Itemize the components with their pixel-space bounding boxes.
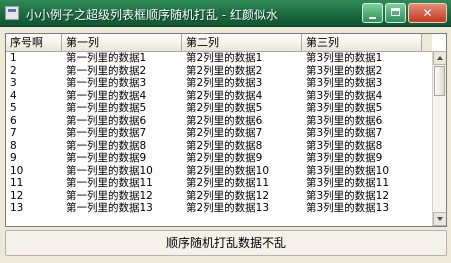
column-header-col1[interactable]: 第一列 (62, 34, 182, 51)
scroll-up-icon[interactable] (433, 51, 446, 65)
title-bar[interactable]: 小小例子之超级列表框顺序随机打乱 - 红颜似水 ✕ (0, 0, 451, 27)
cell-index: 6 (10, 114, 17, 127)
list-rows: 1 第一列里的数据1 第2列里的数据1 第3列里的数据1 2 第一列里的数据2 第2列里的数… (6, 52, 432, 215)
list-row[interactable]: 8 第一列里的数据8 第2列里的数据8 第3列里的数据8 (6, 140, 432, 153)
cell-col3: 第3列里的数据7 (306, 127, 383, 139)
cell-index: 7 (10, 127, 17, 139)
cell-col3: 第3列里的数据2 (306, 64, 383, 77)
cell-col3: 第3列里的数据8 (306, 139, 383, 152)
cell-col2: 第2列里的数据8 (186, 139, 263, 152)
cell-index: 13 (10, 202, 24, 214)
cell-index: 5 (10, 102, 17, 114)
cell-col3: 第3列里的数据4 (306, 89, 383, 102)
cell-col1: 第一列里的数据4 (66, 89, 147, 102)
list-row[interactable]: 3 第一列里的数据3 第2列里的数据3 第3列里的数据3 (6, 77, 432, 90)
cell-col1: 第一列里的数据12 (66, 189, 153, 202)
cell-col3: 第3列里的数据9 (306, 152, 383, 164)
cell-col1: 第一列里的数据13 (66, 202, 153, 214)
list-row[interactable]: 9 第一列里的数据9 第2列里的数据9 第3列里的数据9 (6, 152, 432, 165)
cell-index: 10 (10, 164, 24, 177)
cell-col3: 第3列里的数据13 (306, 202, 390, 214)
cell-col3: 第3列里的数据6 (306, 114, 383, 127)
list-row[interactable]: 2 第一列里的数据2 第2列里的数据2 第3列里的数据2 (6, 65, 432, 78)
cell-col2: 第2列里的数据12 (186, 189, 270, 202)
cell-col2: 第2列里的数据1 (186, 52, 263, 64)
cell-col3: 第3列里的数据1 (306, 52, 383, 64)
cell-index: 9 (10, 152, 17, 164)
column-header-index[interactable]: 序号啊 (6, 34, 62, 51)
cell-col3: 第3列里的数据12 (306, 189, 390, 202)
list-row[interactable]: 13 第一列里的数据13 第2列里的数据13 第3列里的数据13 (6, 202, 432, 215)
cell-col1: 第一列里的数据8 (66, 139, 147, 152)
cell-col1: 第一列里的数据9 (66, 152, 147, 164)
column-header-col3[interactable]: 第三列 (302, 34, 422, 51)
list-row[interactable]: 5 第一列里的数据5 第2列里的数据5 第3列里的数据5 (6, 102, 432, 115)
scroll-down-icon[interactable] (433, 212, 446, 226)
cell-col2: 第2列里的数据10 (186, 164, 270, 177)
cell-col1: 第一列里的数据11 (66, 177, 153, 189)
cell-col1: 第一列里的数据10 (66, 164, 153, 177)
cell-col2: 第2列里的数据11 (186, 177, 270, 189)
cell-col2: 第2列里的数据6 (186, 114, 263, 127)
list-row[interactable]: 12 第一列里的数据12 第2列里的数据12 第3列里的数据12 (6, 190, 432, 203)
cell-index: 12 (10, 189, 24, 202)
cell-col1: 第一列里的数据7 (66, 127, 147, 139)
cell-index: 4 (10, 89, 17, 102)
scroll-thumb[interactable] (434, 66, 445, 96)
cell-index: 1 (10, 52, 17, 64)
cell-col1: 第一列里的数据2 (66, 64, 147, 77)
list-row[interactable]: 6 第一列里的数据6 第2列里的数据6 第3列里的数据6 (6, 115, 432, 128)
app-icon[interactable] (5, 6, 19, 20)
cell-col1: 第一列里的数据3 (66, 77, 147, 89)
list-row[interactable]: 7 第一列里的数据7 第2列里的数据7 第3列里的数据7 (6, 127, 432, 140)
cell-col2: 第2列里的数据9 (186, 152, 263, 164)
minimize-button[interactable] (362, 3, 383, 23)
list-row[interactable]: 1 第一列里的数据1 第2列里的数据1 第3列里的数据1 (6, 52, 432, 65)
cell-col2: 第2列里的数据7 (186, 127, 263, 139)
vertical-scrollbar[interactable] (432, 51, 446, 226)
cell-col1: 第一列里的数据1 (66, 52, 147, 64)
list-header: 序号啊 第一列 第二列 第三列 (6, 34, 432, 52)
list-row[interactable]: 11 第一列里的数据11 第2列里的数据11 第3列里的数据11 (6, 177, 432, 190)
status-label: 顺序随机打乱数据不乱 (5, 230, 447, 256)
cell-index: 3 (10, 77, 17, 89)
cell-col3: 第3列里的数据3 (306, 77, 383, 89)
close-button[interactable]: ✕ (408, 3, 447, 23)
cell-index: 2 (10, 64, 17, 77)
cell-col3: 第3列里的数据10 (306, 164, 390, 177)
cell-col2: 第2列里的数据3 (186, 77, 263, 89)
list-row[interactable]: 4 第一列里的数据4 第2列里的数据4 第3列里的数据4 (6, 90, 432, 103)
cell-col2: 第2列里的数据4 (186, 89, 263, 102)
cell-col2: 第2列里的数据5 (186, 102, 263, 114)
list-row[interactable]: 10 第一列里的数据10 第2列里的数据10 第3列里的数据10 (6, 165, 432, 178)
cell-index: 11 (10, 177, 24, 189)
window-title: 小小例子之超级列表框顺序随机打乱 - 红颜似水 (26, 8, 278, 22)
cell-col3: 第3列里的数据11 (306, 177, 390, 189)
cell-col1: 第一列里的数据6 (66, 114, 147, 127)
cell-index: 8 (10, 139, 17, 152)
cell-col1: 第一列里的数据5 (66, 102, 147, 114)
cell-col2: 第2列里的数据2 (186, 64, 263, 77)
cell-col2: 第2列里的数据13 (186, 202, 270, 214)
cell-col3: 第3列里的数据5 (306, 102, 383, 114)
super-list-box[interactable]: 序号啊 第一列 第二列 第三列 1 第一列里的数据1 第2列里的数据1 第3列里的数据… (5, 33, 447, 227)
maximize-button[interactable] (385, 3, 406, 23)
column-header-col2[interactable]: 第二列 (182, 34, 302, 51)
